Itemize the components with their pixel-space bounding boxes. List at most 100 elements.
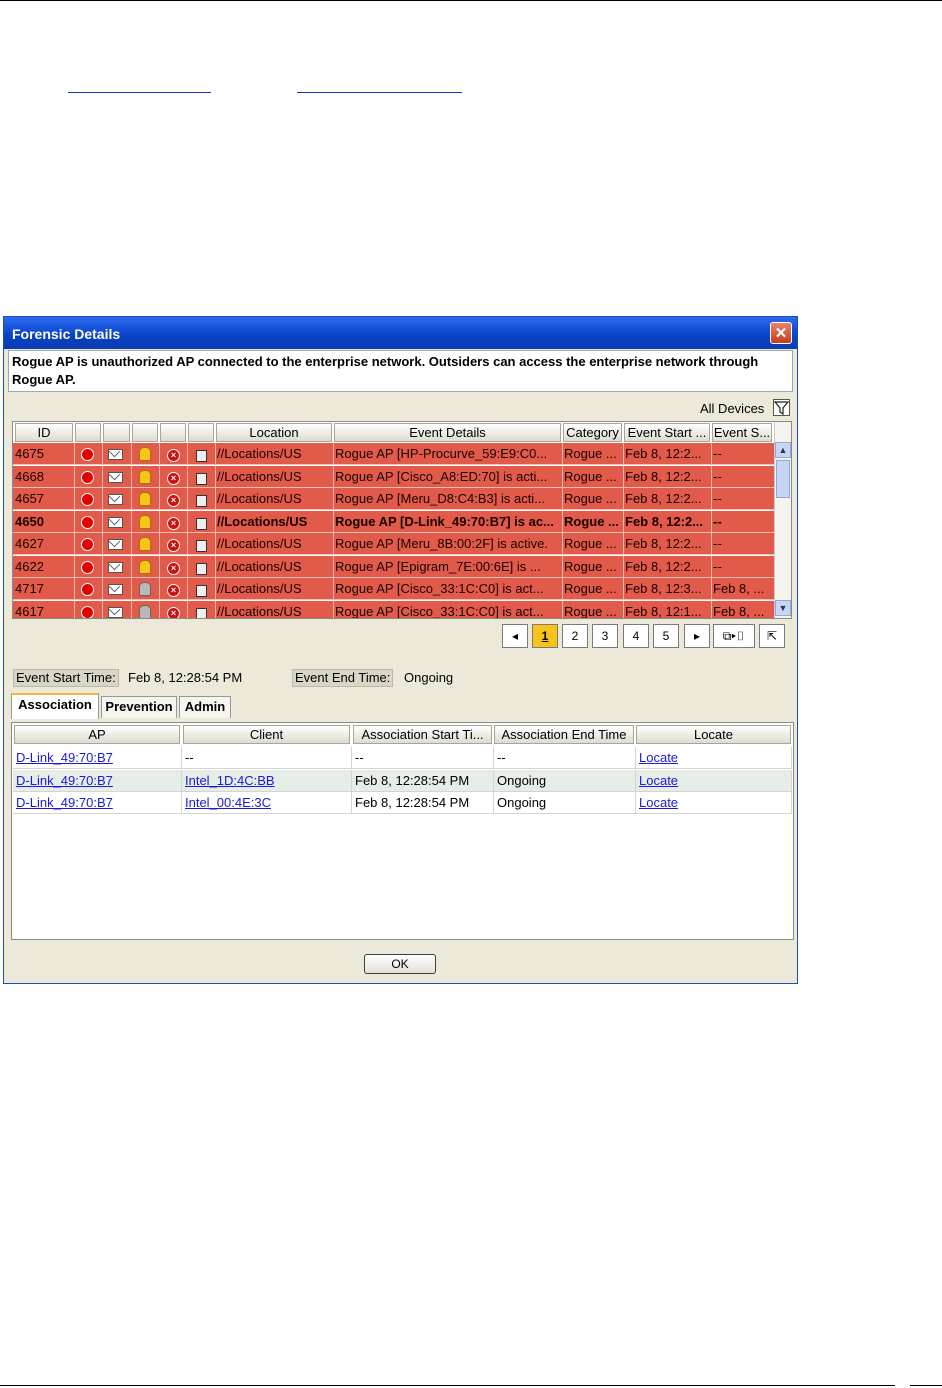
- assoc-col-end[interactable]: Association End Time: [494, 725, 634, 744]
- table-row[interactable]: 4657 × //Locations/US Rogue AP [Meru_D8:C4:…: [13, 488, 775, 510]
- assoc-col-locate[interactable]: Locate: [636, 725, 791, 744]
- error-icon: ×: [167, 516, 180, 530]
- status-cell: ×: [159, 601, 187, 618]
- scroll-up-button[interactable]: ▲: [775, 442, 791, 458]
- assoc-col-ap[interactable]: AP: [14, 725, 180, 744]
- page-button-5[interactable]: 5: [653, 624, 679, 648]
- col-header-category[interactable]: Category: [563, 423, 622, 442]
- severity-cell: [74, 556, 102, 578]
- cell-location: //Locations/US: [217, 581, 302, 596]
- bell-icon: [139, 492, 151, 506]
- tab-association[interactable]: Association: [11, 693, 99, 719]
- col-header-severity[interactable]: [75, 423, 101, 442]
- table-row[interactable]: D-Link_49:70:B7 Intel_00:4E:3C Feb 8, 12:2…: [13, 792, 792, 814]
- ap-link[interactable]: D-Link_49:70:B7: [16, 750, 113, 765]
- scroll-thumb[interactable]: [776, 460, 790, 498]
- email-cell: [102, 578, 131, 600]
- col-header-alarm[interactable]: [132, 423, 158, 442]
- table-row[interactable]: 4627 × //Locations/US Rogue AP [Meru_8B:00:…: [13, 533, 775, 555]
- page-next-button[interactable]: ▸: [684, 624, 710, 648]
- page-button-4[interactable]: 4: [623, 624, 649, 648]
- alarm-cell: [131, 533, 159, 555]
- col-header-status[interactable]: [160, 423, 186, 442]
- cell-id: 4627: [15, 536, 44, 551]
- col-header-lock[interactable]: [188, 423, 214, 442]
- severity-cell: [74, 466, 102, 488]
- close-icon: ✕: [774, 325, 788, 342]
- cell-location: //Locations/US: [217, 603, 302, 619]
- description-text: Rogue AP is unauthorized AP connected to…: [8, 350, 793, 392]
- cell-event-end: --: [713, 513, 722, 529]
- table-row[interactable]: 4650 × //Locations/US Rogue AP [D-Link_49:7…: [13, 510, 775, 533]
- cell-event-end: --: [713, 558, 722, 574]
- error-icon: ×: [167, 561, 180, 575]
- envelope-icon: [108, 584, 123, 595]
- ap-link[interactable]: D-Link_49:70:B7: [16, 773, 113, 788]
- table-row[interactable]: D-Link_49:70:B7 -- -- -- Locate: [13, 747, 792, 769]
- cell-locate: Locate: [636, 769, 792, 791]
- page-button-1[interactable]: 1: [532, 624, 558, 648]
- page-jump-button[interactable]: ⧉▸▯: [713, 624, 755, 648]
- col-header-event-details[interactable]: Event Details: [334, 423, 561, 442]
- critical-severity-icon: [81, 538, 94, 551]
- table-row[interactable]: 4617 × //Locations/US Rogue AP [Cisco_33:1C…: [13, 600, 775, 619]
- tab-prevention[interactable]: Prevention: [101, 696, 177, 718]
- export-icon: ⇱: [766, 629, 778, 643]
- envelope-icon: [108, 449, 123, 460]
- cell-event-details: Rogue AP [Epigram_7E:00:6E] is ...: [335, 558, 541, 574]
- page-button-2[interactable]: 2: [562, 624, 588, 648]
- cell-id: 4657: [15, 491, 44, 506]
- status-cell: ×: [159, 533, 187, 555]
- filter-icon[interactable]: [773, 399, 790, 416]
- col-header-location[interactable]: Location: [216, 423, 332, 442]
- page-prev-button[interactable]: ◂: [502, 624, 528, 648]
- cell-category: Rogue ...: [564, 581, 617, 596]
- cell-event-start: Feb 8, 12:3...: [625, 581, 702, 596]
- export-button[interactable]: ⇱: [759, 624, 785, 648]
- table-row[interactable]: 4622 × //Locations/US Rogue AP [Epigram_7E:…: [13, 555, 775, 578]
- email-cell: [102, 556, 131, 578]
- lock-icon: [196, 495, 207, 507]
- locate-link[interactable]: Locate: [639, 750, 678, 765]
- cell-category: Rogue ...: [564, 536, 617, 551]
- lock-cell: [187, 511, 215, 533]
- error-icon: ×: [167, 471, 180, 485]
- table-row[interactable]: 4717 × //Locations/US Rogue AP [Cisco_33:1C…: [13, 578, 775, 600]
- severity-cell: [74, 578, 102, 600]
- client-link[interactable]: Intel_00:4E:3C: [185, 795, 271, 810]
- table-row[interactable]: D-Link_49:70:B7 Intel_1D:4C:BB Feb 8, 12:2…: [13, 769, 792, 792]
- cell-category: Rogue ...: [564, 513, 619, 529]
- table-row[interactable]: 4668 × //Locations/US Rogue AP [Cisco_A8:ED…: [13, 465, 775, 488]
- error-icon: ×: [167, 494, 180, 507]
- cell-event-start: Feb 8, 12:2...: [625, 491, 702, 506]
- table-scrollbar[interactable]: ▲ ▼: [774, 422, 791, 618]
- client-link[interactable]: Intel_1D:4C:BB: [185, 773, 275, 788]
- col-header-id[interactable]: ID: [15, 423, 73, 442]
- ap-link[interactable]: D-Link_49:70:B7: [16, 795, 113, 810]
- cell-event-details: Rogue AP [Meru_8B:00:2F] is active.: [335, 536, 548, 551]
- error-icon: ×: [167, 606, 180, 618]
- severity-cell: [74, 601, 102, 618]
- locate-link[interactable]: Locate: [639, 773, 678, 788]
- assoc-col-client[interactable]: Client: [183, 725, 350, 744]
- forensic-details-dialog: Forensic Details ✕ Rogue AP is unauthori…: [3, 316, 798, 984]
- ok-button[interactable]: OK: [364, 954, 436, 974]
- scroll-down-button[interactable]: ▼: [775, 600, 791, 616]
- lock-cell: [187, 556, 215, 578]
- cell-event-details: Rogue AP [Cisco_33:1C:C0] is act...: [335, 581, 544, 596]
- assoc-col-start[interactable]: Association Start Ti...: [353, 725, 492, 744]
- page-jump-icon: ⧉▸▯: [722, 629, 746, 643]
- col-header-event-start[interactable]: Event Start ...: [624, 423, 710, 442]
- close-button[interactable]: ✕: [770, 322, 792, 344]
- envelope-icon: [108, 539, 123, 550]
- table-row[interactable]: 4675 × //Locations/US Rogue AP [HP-Procurve…: [13, 443, 775, 465]
- cell-id: 4675: [15, 446, 44, 461]
- event-start-value: Feb 8, 12:28:54 PM: [128, 670, 243, 685]
- association-table: AP Client Association Start Ti... Associ…: [11, 722, 794, 940]
- col-header-event-end[interactable]: Event S...: [712, 423, 772, 442]
- cell-event-start: Feb 8, 12:2...: [625, 468, 702, 484]
- tab-admin[interactable]: Admin: [179, 696, 231, 718]
- page-button-3[interactable]: 3: [592, 624, 618, 648]
- col-header-email[interactable]: [103, 423, 130, 442]
- locate-link[interactable]: Locate: [639, 795, 678, 810]
